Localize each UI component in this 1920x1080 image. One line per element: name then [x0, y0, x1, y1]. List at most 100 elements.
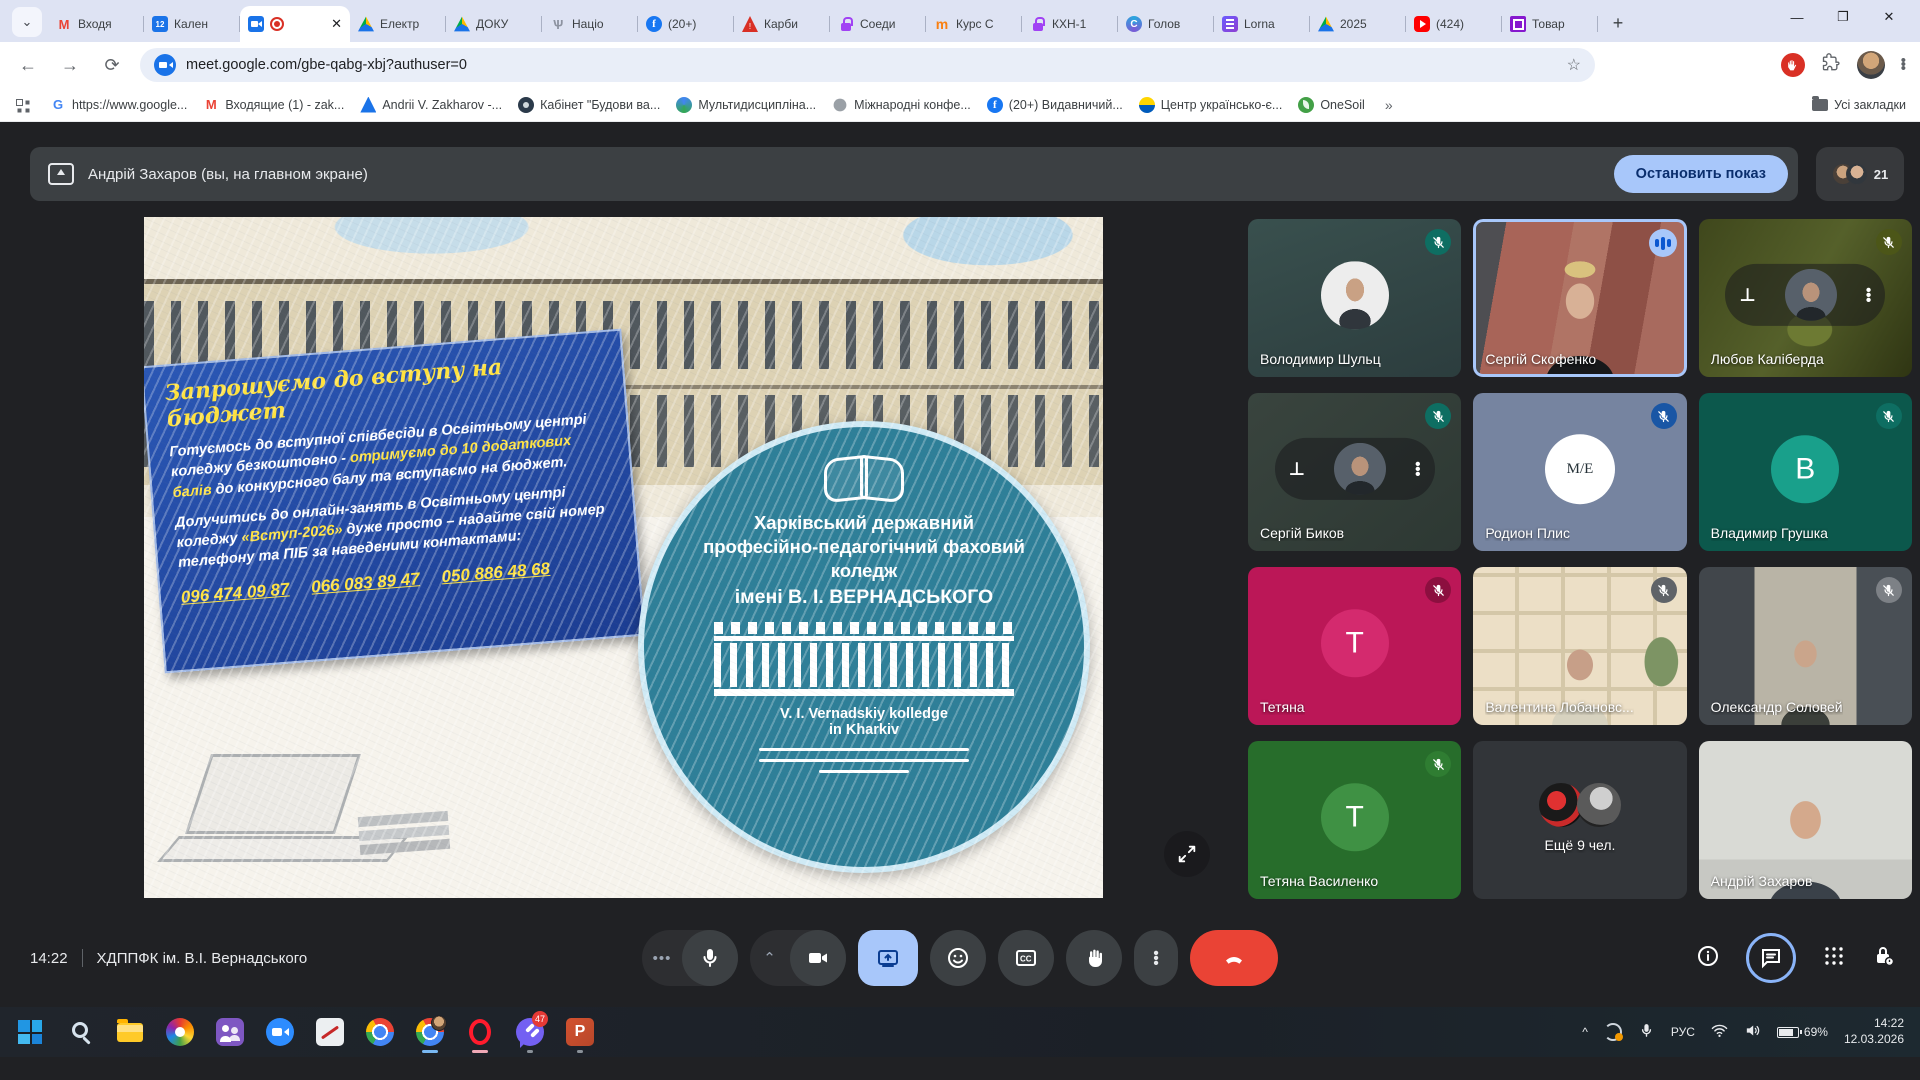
reactions-button[interactable]: [930, 930, 986, 986]
browser-tab[interactable]: Електр ✕: [350, 6, 446, 42]
taskbar-app-icon[interactable]: [360, 1010, 400, 1054]
host-controls-button[interactable]: [1872, 944, 1896, 973]
participant-tile[interactable]: M/E ⊥ ••• Родион Плис: [1473, 393, 1686, 551]
browser-tab[interactable]: Голов ✕: [1118, 6, 1214, 42]
participant-tile[interactable]: T ⊥ ••• Тетяна: [1248, 567, 1461, 725]
microphone-icon[interactable]: [682, 930, 738, 986]
bookmark-item[interactable]: Мультидисципліна...: [668, 93, 824, 117]
browser-tab[interactable]: КХН-1 ✕: [1022, 6, 1118, 42]
participant-tile[interactable]: ⊥ ••• Валентина Лобановс...: [1473, 567, 1686, 725]
taskbar-app-icon[interactable]: [110, 1010, 150, 1054]
activities-button[interactable]: [1822, 944, 1846, 973]
participant-tile[interactable]: T ⊥ ••• Тетяна Василенко: [1248, 741, 1461, 899]
participant-tile[interactable]: ⊥ ••• Сергій Скофенко: [1473, 219, 1686, 377]
sync-icon[interactable]: [1604, 1023, 1622, 1041]
forward-button[interactable]: →: [56, 55, 84, 76]
pin-icon[interactable]: ⊥: [1739, 284, 1755, 305]
participant-tile[interactable]: ⊥ ••• Любов Каліберда: [1699, 219, 1912, 377]
stop-presenting-button[interactable]: Остановить показ: [1614, 155, 1788, 193]
browser-tab[interactable]: Lorna ✕: [1214, 6, 1310, 42]
hang-up-button[interactable]: [1190, 930, 1278, 986]
captions-button[interactable]: CC: [998, 930, 1054, 986]
hidden-icons-chevron[interactable]: ^: [1582, 1025, 1588, 1039]
taskbar-app-icon[interactable]: [160, 1010, 200, 1054]
address-bar[interactable]: meet.google.com/gbe-qabg-xbj?authuser=0 …: [140, 48, 1595, 82]
all-bookmarks[interactable]: Усі закладки: [1812, 98, 1906, 112]
bookmark-item[interactable]: Центр українсько-є...: [1131, 93, 1291, 117]
extensions-icon[interactable]: [1821, 53, 1841, 78]
bookmark-item[interactable]: https://www.google...: [42, 93, 195, 117]
window-close-button[interactable]: ✕: [1866, 0, 1912, 34]
running-indicator: [422, 1050, 438, 1053]
present-screen-button[interactable]: [858, 930, 918, 986]
participant-tile[interactable]: ⊥ ••• Володимир Шульц: [1248, 219, 1461, 377]
participant-tile[interactable]: ⊥ ••• Олександр Соловей: [1699, 567, 1912, 725]
participant-tile[interactable]: ⊥ ••• Ещё 9 чел.: [1473, 741, 1686, 899]
tab-close-icon[interactable]: ✕: [331, 16, 342, 32]
bookmark-item[interactable]: OneSoil: [1290, 93, 1372, 117]
browser-tab[interactable]: Кален ✕: [144, 6, 240, 42]
pin-icon[interactable]: ⊥: [1289, 458, 1305, 479]
bookmark-item[interactable]: (20+) Видавничий...: [979, 93, 1131, 117]
adblock-extension-icon[interactable]: [1781, 53, 1805, 77]
participant-tile[interactable]: B ⊥ ••• Владимир Грушка: [1699, 393, 1912, 551]
taskbar-app-icon[interactable]: [60, 1010, 100, 1054]
new-tab-button[interactable]: +: [1604, 9, 1632, 37]
more-options-button[interactable]: •••: [1134, 930, 1178, 986]
browser-tab[interactable]: ДОКУ ✕: [446, 6, 542, 42]
browser-tab[interactable]: Соеди ✕: [830, 6, 926, 42]
participant-count[interactable]: 21: [1816, 147, 1904, 201]
volume-icon[interactable]: [1744, 1022, 1761, 1042]
camera-icon[interactable]: [790, 930, 846, 986]
info-button[interactable]: [1696, 944, 1720, 973]
taskbar-app-icon[interactable]: [210, 1010, 250, 1054]
window-minimize-button[interactable]: —: [1774, 0, 1820, 34]
camera-options-icon[interactable]: ⌃: [750, 949, 790, 967]
window-maximize-button[interactable]: ❐: [1820, 0, 1866, 34]
apps-grid-icon[interactable]: [14, 97, 30, 113]
participant-tile[interactable]: ⊥ ••• Андрій Захаров: [1699, 741, 1912, 899]
tray-mic-icon[interactable]: [1638, 1022, 1655, 1042]
browser-tab[interactable]: (20+) ✕: [638, 6, 734, 42]
browser-tab[interactable]: Входя ✕: [48, 6, 144, 42]
taskbar-app-icon[interactable]: [460, 1010, 500, 1054]
bookmark-item[interactable]: Andrii V. Zakharov -...: [352, 93, 510, 117]
browser-tab[interactable]: ✕: [240, 6, 350, 42]
chat-button[interactable]: [1746, 933, 1796, 983]
mic-control[interactable]: •••: [642, 930, 738, 986]
browser-tab[interactable]: Товар ✕: [1502, 6, 1598, 42]
tile-options-icon[interactable]: •••: [1866, 287, 1872, 302]
battery-indicator[interactable]: 69%: [1777, 1025, 1828, 1039]
taskbar-app-icon[interactable]: [10, 1010, 50, 1054]
raise-hand-button[interactable]: [1066, 930, 1122, 986]
taskbar-app-icon[interactable]: [410, 1010, 450, 1054]
taskbar-app-icon[interactable]: [560, 1010, 600, 1054]
language-indicator[interactable]: РУС: [1671, 1025, 1695, 1039]
profile-avatar[interactable]: [1857, 51, 1885, 79]
browser-tab[interactable]: 2025 ✕: [1310, 6, 1406, 42]
tab-search-button[interactable]: ⌄: [12, 7, 42, 37]
taskbar-clock[interactable]: 14:22 12.03.2026: [1844, 1016, 1904, 1047]
taskbar-app-icon[interactable]: [310, 1010, 350, 1054]
reload-button[interactable]: ⟳: [98, 55, 126, 76]
participant-name: Тетяна Василенко: [1260, 873, 1378, 889]
bookmark-item[interactable]: Кабінет "Будови ва...: [510, 93, 668, 117]
camera-control[interactable]: ⌃: [750, 930, 846, 986]
browser-tab[interactable]: Націо ✕: [542, 6, 638, 42]
participant-tile[interactable]: ⊥ ••• Сергій Биков: [1248, 393, 1461, 551]
mic-options-icon[interactable]: •••: [642, 950, 682, 967]
expand-presentation-button[interactable]: [1164, 831, 1210, 877]
bookmark-item[interactable]: Входящие (1) - zak...: [195, 93, 352, 117]
bookmark-star-icon[interactable]: ☆: [1567, 55, 1581, 75]
taskbar-app-icon[interactable]: 47: [510, 1010, 550, 1054]
browser-menu-icon[interactable]: •••: [1901, 59, 1906, 71]
bookmarks-overflow-icon[interactable]: »: [1377, 97, 1401, 113]
wifi-icon[interactable]: [1711, 1022, 1728, 1042]
taskbar-app-icon[interactable]: [260, 1010, 300, 1054]
back-button[interactable]: ←: [14, 55, 42, 76]
bookmark-item[interactable]: Міжнародні конфе...: [824, 93, 979, 117]
tile-options-icon[interactable]: •••: [1415, 461, 1421, 476]
browser-tab[interactable]: Карби ✕: [734, 6, 830, 42]
browser-tab[interactable]: Курс С ✕: [926, 6, 1022, 42]
browser-tab[interactable]: (424) ✕: [1406, 6, 1502, 42]
